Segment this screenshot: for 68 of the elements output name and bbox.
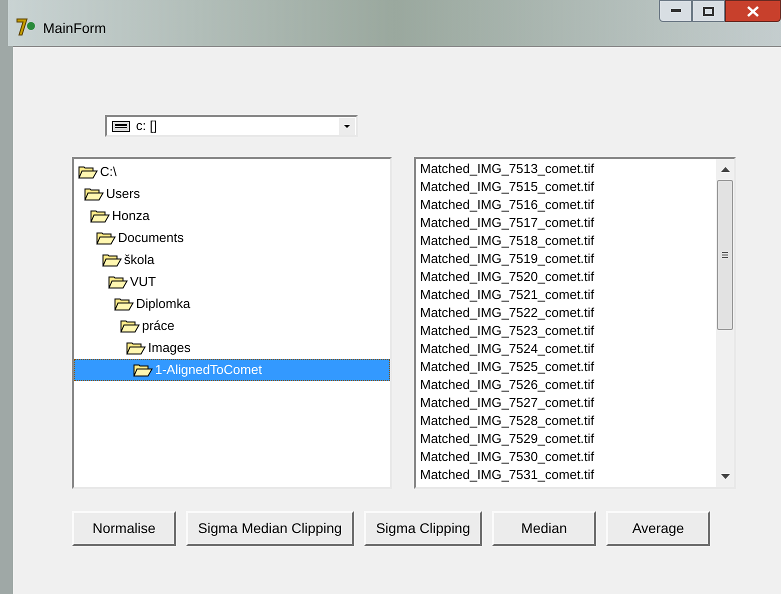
action-button[interactable]: Average: [606, 511, 710, 546]
folder-label: Users: [106, 185, 140, 204]
open-folder-icon: [133, 363, 153, 377]
file-list-item[interactable]: Matched_IMG_7515_comet.tif: [420, 178, 716, 196]
scroll-thumb[interactable]: [717, 180, 733, 330]
folder-tree-item[interactable]: C:\: [74, 161, 390, 183]
file-list-item[interactable]: Matched_IMG_7523_comet.tif: [420, 322, 716, 340]
folder-label: Documents: [118, 229, 184, 248]
file-list-item[interactable]: Matched_IMG_7518_comet.tif: [420, 232, 716, 250]
folder-label: VUT: [130, 273, 156, 292]
drive-icon: [112, 120, 130, 132]
scroll-down-icon[interactable]: [720, 474, 730, 479]
file-list-item[interactable]: Matched_IMG_7520_comet.tif: [420, 268, 716, 286]
folder-icon: [78, 165, 98, 179]
folder-tree-item[interactable]: Images: [74, 337, 390, 359]
close-button[interactable]: [725, 0, 781, 22]
action-button[interactable]: Normalise: [72, 511, 176, 546]
folder-icon: [108, 275, 128, 289]
file-list-item[interactable]: Matched_IMG_7526_comet.tif: [420, 376, 716, 394]
file-list-item[interactable]: Matched_IMG_7513_comet.tif: [420, 160, 716, 178]
folder-icon: [120, 319, 140, 333]
app-logo-icon: [15, 17, 37, 37]
close-icon: [747, 6, 759, 16]
drive-value: c: []: [136, 117, 157, 136]
folder-icon: [84, 187, 104, 201]
folder-tree-item[interactable]: Users: [74, 183, 390, 205]
scroll-up-icon[interactable]: [720, 167, 730, 172]
file-list-item[interactable]: Matched_IMG_7527_comet.tif: [420, 394, 716, 412]
folder-tree-item[interactable]: Documents: [74, 227, 390, 249]
action-button[interactable]: Median: [492, 511, 596, 546]
folder-icon: [90, 209, 110, 223]
folder-label: C:\: [100, 163, 117, 182]
file-list-item[interactable]: Matched_IMG_7522_comet.tif: [420, 304, 716, 322]
action-button[interactable]: Sigma Clipping: [364, 511, 482, 546]
drive-combo[interactable]: c: []: [105, 115, 358, 137]
scrollbar[interactable]: [716, 159, 734, 487]
folder-label: Honza: [112, 207, 150, 226]
maximize-icon: [703, 6, 714, 16]
file-list-item[interactable]: Matched_IMG_7529_comet.tif: [420, 430, 716, 448]
maximize-button[interactable]: [692, 0, 725, 22]
grip-icon: [722, 252, 728, 258]
file-list-item[interactable]: Matched_IMG_7521_comet.tif: [420, 286, 716, 304]
file-list-item[interactable]: Matched_IMG_7524_comet.tif: [420, 340, 716, 358]
folder-icon: [114, 297, 134, 311]
folder-label: škola: [124, 251, 154, 270]
action-button[interactable]: Sigma Median Clipping: [186, 511, 354, 546]
minimize-icon: [670, 9, 680, 13]
folder-tree-item[interactable]: Diplomka: [74, 293, 390, 315]
folder-label: 1-AlignedToComet: [155, 361, 262, 380]
folder-tree-item[interactable]: práce: [74, 315, 390, 337]
window-title: MainForm: [43, 19, 106, 38]
folder-label: práce: [142, 317, 175, 336]
file-list-item[interactable]: Matched_IMG_7517_comet.tif: [420, 214, 716, 232]
file-list-item[interactable]: Matched_IMG_7531_comet.tif: [420, 466, 716, 484]
folder-icon: [96, 231, 116, 245]
folder-tree-item[interactable]: škola: [74, 249, 390, 271]
file-list-item[interactable]: Matched_IMG_7530_comet.tif: [420, 448, 716, 466]
folder-label: Images: [148, 339, 191, 358]
folder-tree-item[interactable]: Honza: [74, 205, 390, 227]
file-list-item[interactable]: Matched_IMG_7528_comet.tif: [420, 412, 716, 430]
minimize-button[interactable]: [659, 0, 692, 22]
file-list-item[interactable]: Matched_IMG_7516_comet.tif: [420, 196, 716, 214]
folder-icon: [102, 253, 122, 267]
folder-tree-item[interactable]: VUT: [74, 271, 390, 293]
folder-icon: [126, 341, 146, 355]
file-list-item[interactable]: Matched_IMG_7519_comet.tif: [420, 250, 716, 268]
file-list-item[interactable]: Matched_IMG_7525_comet.tif: [420, 358, 716, 376]
folder-label: Diplomka: [136, 295, 190, 314]
